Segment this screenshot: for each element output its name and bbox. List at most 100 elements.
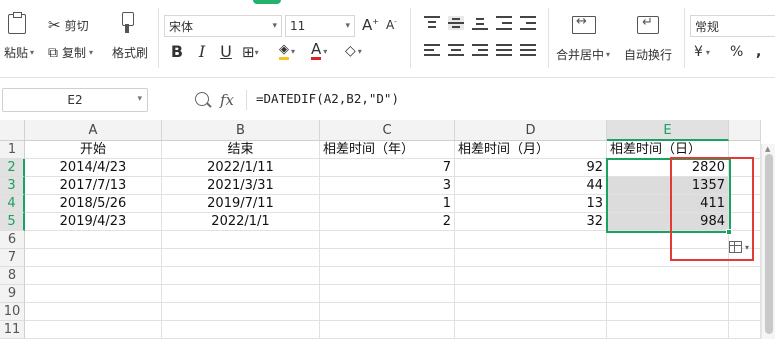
empty-cell[interactable] bbox=[162, 267, 320, 285]
empty-cell[interactable] bbox=[25, 285, 162, 303]
empty-cell[interactable] bbox=[25, 303, 162, 321]
fill-handle[interactable] bbox=[726, 229, 732, 235]
empty-cell[interactable] bbox=[455, 303, 607, 321]
quick-analysis-icon[interactable] bbox=[729, 241, 742, 253]
column-header-f[interactable] bbox=[729, 120, 761, 141]
clear-format-button[interactable]: ◇ ▾ bbox=[345, 43, 362, 59]
empty-cell[interactable] bbox=[455, 285, 607, 303]
font-name-select[interactable]: 宋体 ▾ bbox=[164, 15, 282, 37]
row-header[interactable]: 3 bbox=[0, 177, 25, 195]
empty-cell[interactable] bbox=[729, 267, 761, 285]
empty-cell[interactable] bbox=[607, 303, 729, 321]
row-header[interactable]: 1 bbox=[0, 141, 25, 159]
empty-cell[interactable] bbox=[729, 159, 761, 177]
wrap-text-button[interactable] bbox=[637, 15, 659, 34]
column-header-e[interactable]: E bbox=[607, 120, 729, 141]
align-right-button[interactable] bbox=[472, 44, 488, 58]
distribute-button[interactable] bbox=[520, 44, 536, 58]
empty-cell[interactable] bbox=[607, 267, 729, 285]
empty-cell[interactable] bbox=[162, 249, 320, 267]
column-header-a[interactable]: A bbox=[25, 120, 162, 141]
empty-cell[interactable] bbox=[320, 285, 455, 303]
align-bottom-button[interactable] bbox=[472, 16, 488, 30]
zoom-icon[interactable] bbox=[195, 92, 209, 106]
format-painter-button[interactable] bbox=[120, 12, 134, 34]
header-cell[interactable]: 相差时间（月） bbox=[455, 141, 607, 159]
scroll-up-icon[interactable]: ▲ bbox=[765, 145, 770, 153]
row-header[interactable]: 4 bbox=[0, 195, 25, 213]
empty-cell[interactable] bbox=[455, 321, 607, 339]
header-cell[interactable]: 相差时间（日） bbox=[607, 141, 729, 159]
paste-button[interactable] bbox=[8, 12, 26, 34]
column-header-c[interactable]: C bbox=[320, 120, 455, 141]
align-left-button[interactable] bbox=[424, 44, 440, 58]
table-cell[interactable]: 32 bbox=[455, 213, 607, 231]
empty-cell[interactable] bbox=[320, 321, 455, 339]
align-center-button[interactable] bbox=[448, 44, 464, 58]
table-cell[interactable]: 2022/1/1 bbox=[162, 213, 320, 231]
table-cell[interactable]: 7 bbox=[320, 159, 455, 177]
empty-cell[interactable] bbox=[320, 249, 455, 267]
name-box[interactable]: E2 ▾ bbox=[2, 88, 148, 112]
row-header[interactable]: 2 bbox=[0, 159, 25, 177]
header-cell[interactable]: 相差时间（年） bbox=[320, 141, 455, 159]
empty-cell[interactable] bbox=[729, 195, 761, 213]
decrease-font-button[interactable]: A- bbox=[386, 18, 397, 32]
empty-cell[interactable] bbox=[607, 285, 729, 303]
empty-cell[interactable] bbox=[162, 321, 320, 339]
fx-icon[interactable]: fx bbox=[220, 91, 234, 109]
table-cell[interactable]: 2022/1/11 bbox=[162, 159, 320, 177]
borders-button[interactable]: ⊞ ▾ bbox=[242, 43, 259, 61]
empty-cell[interactable] bbox=[729, 285, 761, 303]
table-cell[interactable]: 44 bbox=[455, 177, 607, 195]
empty-cell[interactable] bbox=[162, 231, 320, 249]
row-header[interactable]: 9 bbox=[0, 285, 25, 303]
table-cell[interactable]: 2017/7/13 bbox=[25, 177, 162, 195]
empty-cell[interactable] bbox=[607, 231, 729, 249]
table-cell[interactable]: 2018/5/26 bbox=[25, 195, 162, 213]
empty-cell[interactable] bbox=[320, 303, 455, 321]
empty-cell[interactable] bbox=[729, 177, 761, 195]
row-header[interactable]: 10 bbox=[0, 303, 25, 321]
copy-button[interactable]: ⧉ 复制 ▾ bbox=[48, 44, 93, 61]
empty-cell[interactable] bbox=[729, 141, 761, 159]
table-cell[interactable]: 92 bbox=[455, 159, 607, 177]
empty-cell[interactable] bbox=[455, 267, 607, 285]
empty-cell[interactable] bbox=[25, 249, 162, 267]
table-cell[interactable]: 3 bbox=[320, 177, 455, 195]
align-top-button[interactable] bbox=[424, 16, 440, 30]
empty-cell[interactable] bbox=[25, 321, 162, 339]
table-cell[interactable]: 2 bbox=[320, 213, 455, 231]
row-header[interactable]: 11 bbox=[0, 321, 25, 339]
empty-cell[interactable] bbox=[320, 267, 455, 285]
empty-cell[interactable] bbox=[729, 303, 761, 321]
paste-dropdown-icon[interactable]: ▾ bbox=[30, 48, 34, 57]
column-header-d[interactable]: D bbox=[455, 120, 607, 141]
decrease-indent-button[interactable] bbox=[496, 16, 512, 30]
currency-button[interactable]: ¥ ▾ bbox=[694, 44, 710, 60]
selected-cell[interactable]: 1357 bbox=[607, 177, 729, 195]
thousands-separator-button[interactable]: , bbox=[756, 44, 761, 60]
copy-dropdown-icon[interactable]: ▾ bbox=[89, 48, 93, 57]
empty-cell[interactable] bbox=[729, 321, 761, 339]
column-header-b[interactable]: B bbox=[162, 120, 320, 141]
underline-button[interactable]: U bbox=[217, 42, 235, 61]
table-cell[interactable]: 1 bbox=[320, 195, 455, 213]
merge-center-button[interactable] bbox=[572, 14, 596, 34]
align-middle-button[interactable] bbox=[448, 16, 464, 30]
empty-cell[interactable] bbox=[607, 321, 729, 339]
increase-indent-button[interactable] bbox=[520, 16, 536, 30]
header-cell[interactable]: 结束 bbox=[162, 141, 320, 159]
font-color-button[interactable]: A ▾ bbox=[311, 42, 327, 60]
row-header[interactable]: 7 bbox=[0, 249, 25, 267]
justify-button[interactable] bbox=[496, 44, 512, 58]
number-format-select[interactable]: 常规 bbox=[690, 15, 775, 37]
select-all-corner[interactable] bbox=[0, 120, 25, 141]
chevron-down-icon[interactable]: ▾ bbox=[745, 243, 749, 252]
font-size-select[interactable]: 11 ▾ bbox=[285, 15, 355, 37]
empty-cell[interactable] bbox=[25, 231, 162, 249]
selected-cell[interactable]: 984 bbox=[607, 213, 729, 231]
row-header[interactable]: 8 bbox=[0, 267, 25, 285]
merge-dropdown-icon[interactable]: ▾ bbox=[606, 50, 610, 59]
table-cell[interactable]: 13 bbox=[455, 195, 607, 213]
